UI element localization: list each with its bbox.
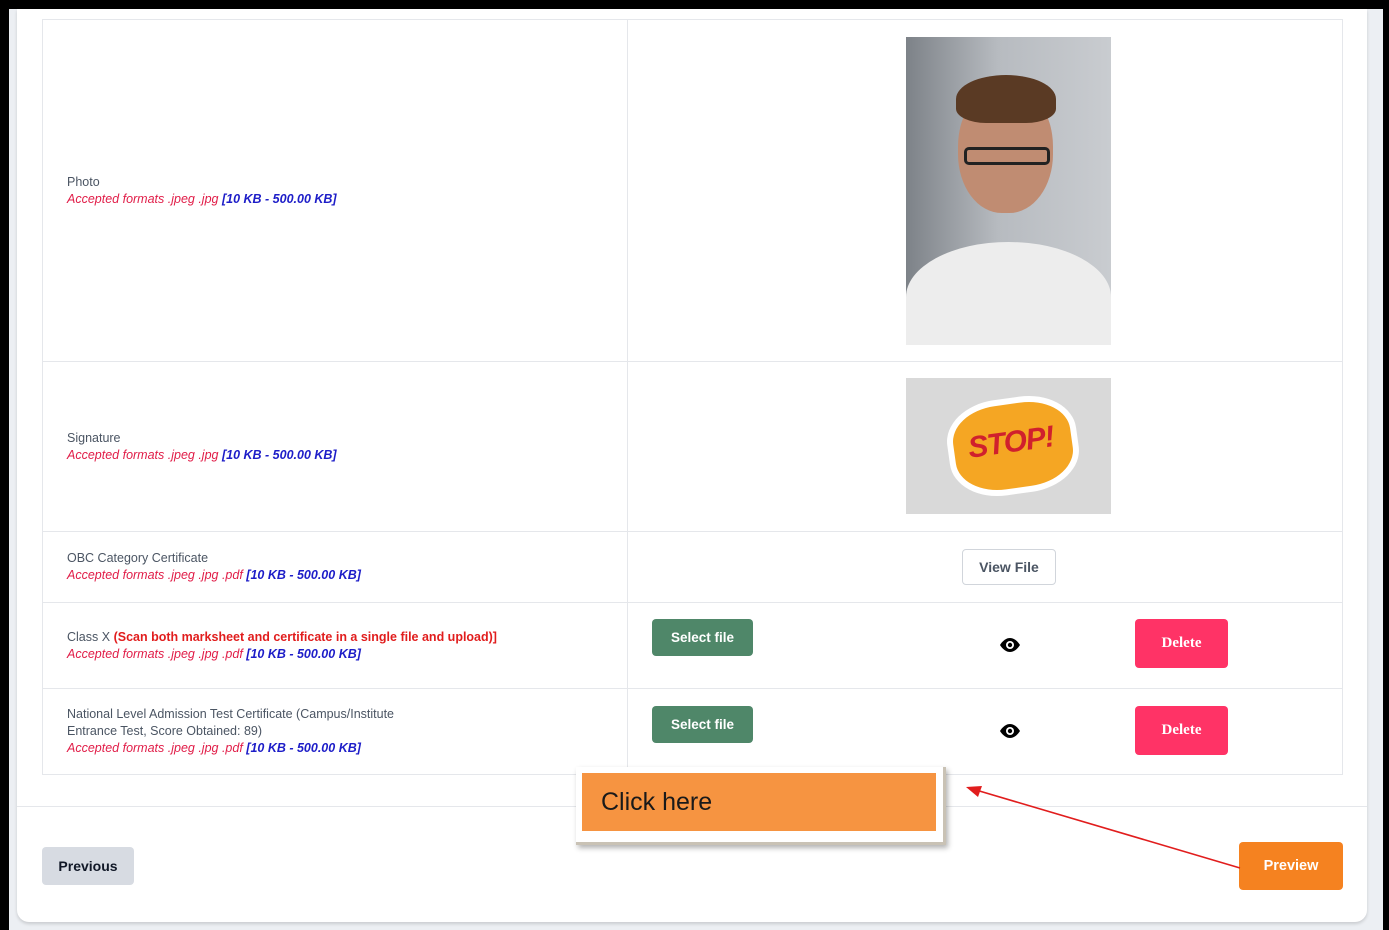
classx-action-cell: Select file Delete xyxy=(627,602,1343,689)
delete-button[interactable]: Delete xyxy=(1135,706,1228,755)
nlat-action-cell: Select file Delete xyxy=(627,688,1343,775)
accepted-formats: Accepted formats .jpeg .jpg xyxy=(67,447,219,462)
obc-action-cell: View File xyxy=(627,531,1343,603)
obc-label-cell: OBC Category Certificate Accepted format… xyxy=(42,531,628,603)
accepted-formats: Accepted formats .jpeg .jpg .pdf xyxy=(67,741,243,755)
signature-preview-image: STOP! xyxy=(906,378,1111,514)
row-title: Photo xyxy=(67,174,100,189)
photo-preview-image xyxy=(906,37,1111,345)
delete-button[interactable]: Delete xyxy=(1135,619,1228,668)
table-row: Photo Accepted formats .jpeg .jpg [10 KB… xyxy=(42,19,1343,362)
photo-preview-cell xyxy=(627,19,1343,362)
select-file-button[interactable]: Select file xyxy=(652,619,753,656)
signature-label-cell: Signature Accepted formats .jpeg .jpg [1… xyxy=(42,361,628,532)
size-limit: [10 KB - 500.00 KB] xyxy=(246,568,361,582)
table-row: Signature Accepted formats .jpeg .jpg [1… xyxy=(42,361,1343,532)
click-here-callout: Click here xyxy=(576,767,946,845)
row-title-continued: Entrance Test, Score Obtained: 89) xyxy=(67,724,263,738)
row-title: Signature xyxy=(67,430,121,445)
accepted-formats: Accepted formats .jpeg .jpg .pdf xyxy=(67,568,243,582)
eye-icon[interactable] xyxy=(998,637,1022,653)
select-file-button[interactable]: Select file xyxy=(652,706,753,743)
table-row: OBC Category Certificate Accepted format… xyxy=(42,531,1343,603)
documents-table: Photo Accepted formats .jpeg .jpg [10 KB… xyxy=(42,19,1343,775)
size-limit: [10 KB - 500.00 KB] xyxy=(246,741,361,755)
photo-label-cell: Photo Accepted formats .jpeg .jpg [10 KB… xyxy=(42,19,628,362)
accepted-formats: Accepted formats .jpeg .jpg .pdf xyxy=(67,646,243,661)
table-row: National Level Admission Test Certificat… xyxy=(42,688,1343,775)
row-title: National Level Admission Test Certificat… xyxy=(67,707,395,721)
size-limit: [10 KB - 500.00 KB] xyxy=(221,447,337,462)
preview-button[interactable]: Preview xyxy=(1239,842,1343,890)
view-file-button[interactable]: View File xyxy=(962,549,1056,585)
eye-icon[interactable] xyxy=(998,723,1022,739)
callout-text: Click here xyxy=(582,773,936,831)
row-title: Class X xyxy=(67,629,111,644)
size-limit: [10 KB - 500.00 KB] xyxy=(221,191,337,206)
row-title: OBC Category Certificate xyxy=(67,551,209,565)
classx-label-cell: Class X (Scan both marksheet and certifi… xyxy=(42,602,628,689)
size-limit: [10 KB - 500.00 KB] xyxy=(246,646,361,661)
upload-note: (Scan both marksheet and certificate in … xyxy=(113,629,497,644)
table-row: Class X (Scan both marksheet and certifi… xyxy=(42,602,1343,689)
nlat-label-cell: National Level Admission Test Certificat… xyxy=(42,688,628,775)
accepted-formats: Accepted formats .jpeg .jpg xyxy=(67,191,219,206)
previous-button[interactable]: Previous xyxy=(42,847,134,885)
signature-preview-cell: STOP! xyxy=(627,361,1343,532)
